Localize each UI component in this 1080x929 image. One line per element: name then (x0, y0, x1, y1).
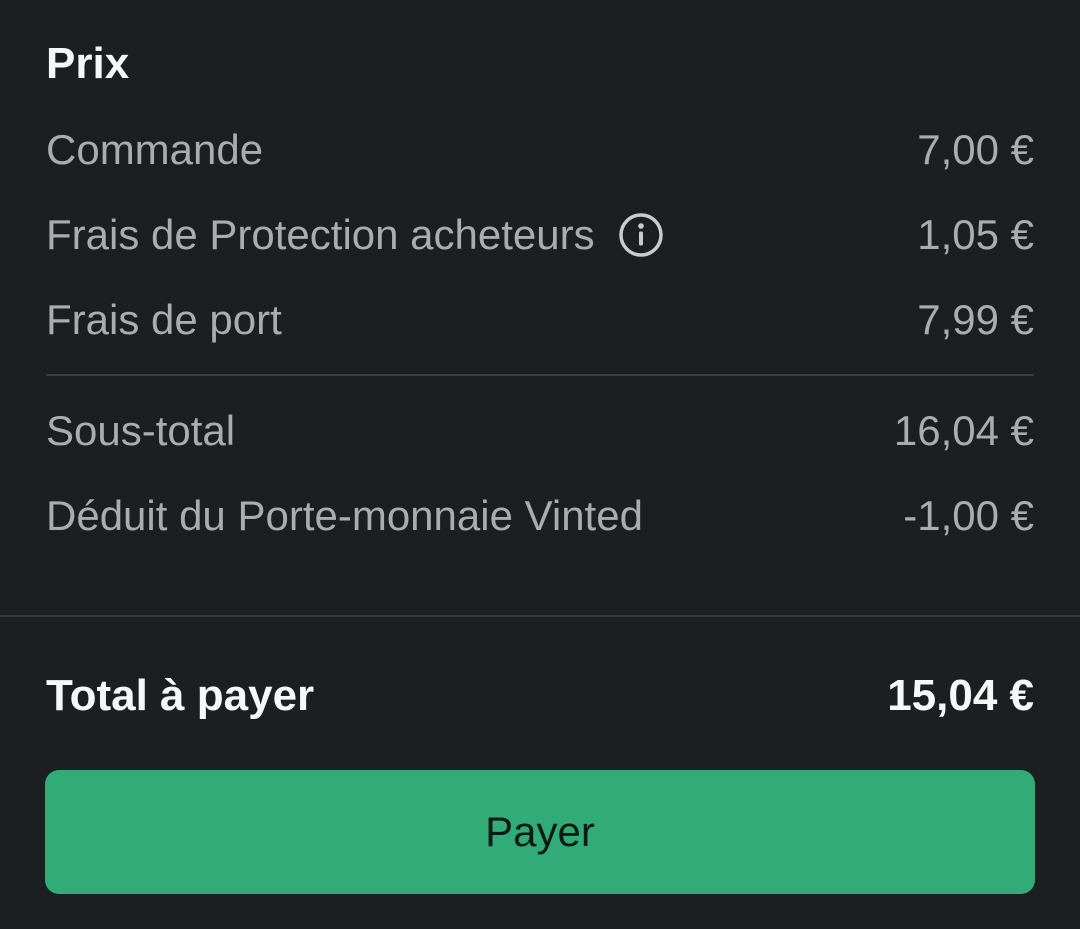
total-row: Total à payer 15,04 € (46, 666, 1034, 726)
wallet-deduction-row: Déduit du Porte-monnaie Vinted -1,00 € (46, 488, 1034, 544)
order-label: Commande (46, 126, 264, 173)
buyer-protection-label-group: Frais de Protection acheteurs (46, 207, 665, 263)
pay-button[interactable]: Payer (45, 770, 1035, 894)
wallet-deduction-label: Déduit du Porte-monnaie Vinted (46, 492, 643, 539)
total-value: 15,04 € (887, 671, 1034, 720)
shipping-label: Frais de port (46, 296, 282, 343)
order-row: Commande 7,00 € (46, 122, 1034, 178)
info-icon[interactable] (617, 211, 665, 259)
section-divider (0, 615, 1080, 617)
shipping-row: Frais de port 7,99 € (46, 292, 1034, 348)
subtotal-row: Sous-total 16,04 € (46, 403, 1034, 459)
checkout-price-summary: Prix Commande 7,00 € Frais de Protection… (0, 0, 1080, 929)
buyer-protection-row: Frais de Protection acheteurs 1,05 € (46, 207, 1034, 263)
order-value: 7,00 € (917, 126, 1034, 173)
subtotal-value: 16,04 € (893, 407, 1034, 454)
total-label: Total à payer (46, 671, 315, 720)
divider (46, 374, 1034, 376)
wallet-deduction-value: -1,00 € (903, 492, 1034, 539)
buyer-protection-value: 1,05 € (917, 211, 1034, 258)
buyer-protection-label: Frais de Protection acheteurs (46, 211, 595, 258)
shipping-value: 7,99 € (917, 296, 1034, 343)
section-title: Prix (46, 39, 130, 88)
subtotal-label: Sous-total (46, 407, 236, 454)
